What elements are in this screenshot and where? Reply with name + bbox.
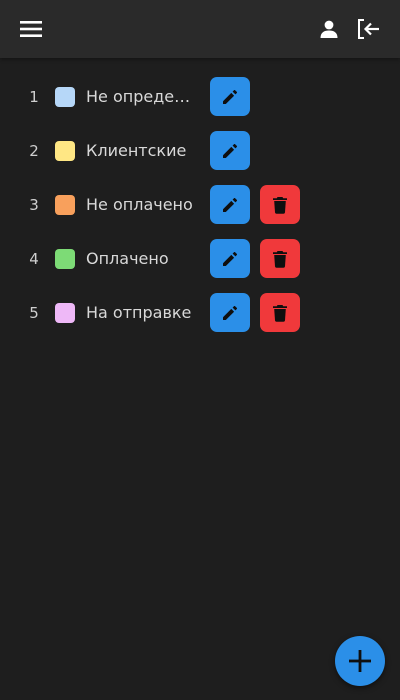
pencil-icon	[221, 142, 239, 160]
add-status-button[interactable]	[335, 636, 385, 686]
status-color-swatch	[55, 87, 75, 107]
row-number: 3	[29, 196, 39, 214]
profile-button[interactable]	[314, 14, 344, 44]
pencil-icon	[221, 250, 239, 268]
status-color-swatch	[55, 195, 75, 215]
top-bar	[0, 0, 400, 58]
row-number: 5	[29, 304, 39, 322]
row-number: 1	[29, 88, 39, 106]
list-item: 3 Не оплачено	[0, 178, 400, 232]
hamburger-menu-icon	[20, 21, 42, 37]
status-label: На отправке	[86, 303, 192, 322]
list-item: 4 Оплачено	[0, 232, 400, 286]
menu-button[interactable]	[16, 14, 46, 44]
status-list: 1 Не определе… 2 Клиентские 3 Не оплачено 4 Опл…	[0, 70, 400, 340]
status-color-swatch	[55, 303, 75, 323]
status-color-swatch	[55, 141, 75, 161]
edit-button[interactable]	[210, 77, 250, 116]
pencil-icon	[221, 196, 239, 214]
pencil-icon	[221, 304, 239, 322]
edit-button[interactable]	[210, 131, 250, 170]
plus-icon	[349, 650, 371, 672]
status-label: Не определе…	[86, 87, 198, 106]
delete-button[interactable]	[260, 239, 300, 278]
row-number: 2	[29, 142, 39, 160]
trash-icon	[272, 304, 288, 322]
row-number: 4	[29, 250, 39, 268]
edit-button[interactable]	[210, 239, 250, 278]
delete-button[interactable]	[260, 293, 300, 332]
logout-button[interactable]	[354, 14, 384, 44]
logout-icon	[358, 19, 379, 39]
status-label: Не оплачено	[86, 195, 193, 214]
edit-button[interactable]	[210, 185, 250, 224]
status-color-swatch	[55, 249, 75, 269]
app-screen: 1 Не определе… 2 Клиентские 3 Не оплачено 4 Опл…	[0, 0, 400, 700]
list-item: 1 Не определе…	[0, 70, 400, 124]
pencil-icon	[221, 88, 239, 106]
trash-icon	[272, 250, 288, 268]
user-icon	[320, 20, 338, 38]
list-item: 2 Клиентские	[0, 124, 400, 178]
edit-button[interactable]	[210, 293, 250, 332]
delete-button[interactable]	[260, 185, 300, 224]
list-item: 5 На отправке	[0, 286, 400, 340]
status-label: Оплачено	[86, 249, 169, 268]
status-label: Клиентские	[86, 141, 187, 160]
trash-icon	[272, 196, 288, 214]
